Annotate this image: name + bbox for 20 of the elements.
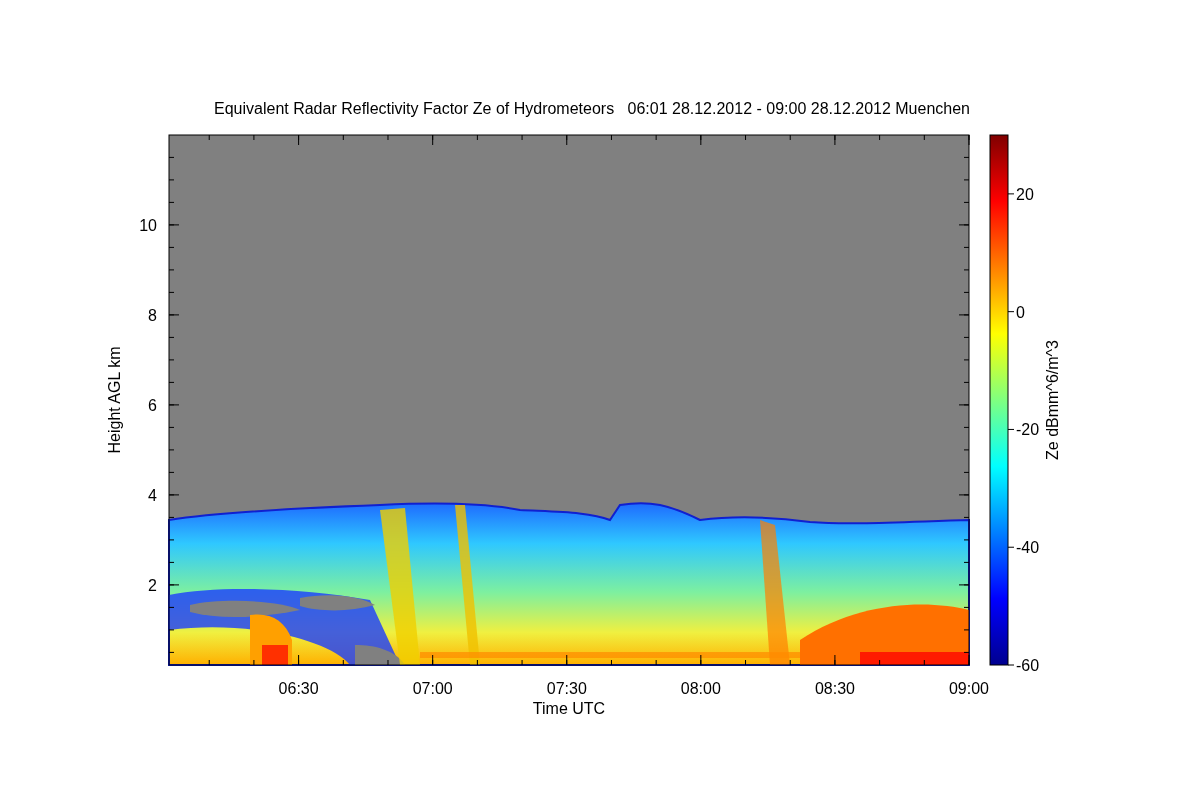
chart-title: Equivalent Radar Reflectivity Factor Ze of Hydrometeors 06:01 28.12.2012 - 09:00 28.12.2012 Muenchen <box>214 100 970 117</box>
colorbar-tick-label: -40 <box>1016 539 1040 557</box>
colorbar-label: Ze dBmm^6/m^3 <box>1044 340 1061 460</box>
y-axis-label: Height AGL km <box>106 346 123 454</box>
x-tick-label: 06:30 <box>278 680 319 697</box>
y-tick-label: 8 <box>148 306 157 324</box>
x-tick-label: 07:30 <box>546 680 587 697</box>
y-tick-label: 6 <box>148 396 157 414</box>
colorbar-tick-label: 20 <box>1016 185 1034 203</box>
colorbar-tick-label: 0 <box>1016 303 1025 321</box>
y-tick-label: 4 <box>148 486 157 504</box>
colorbar-tick-label: -20 <box>1016 421 1040 439</box>
y-tick-label: 2 <box>148 576 157 594</box>
colorbar-tick-label: -60 <box>1016 657 1040 674</box>
x-tick-label: 08:00 <box>680 680 721 697</box>
x-tick-label: 07:00 <box>412 680 453 697</box>
y-tick-label: 10 <box>139 216 157 234</box>
x-tick-label: 08:30 <box>814 680 855 697</box>
x-axis-label: Time UTC <box>532 700 606 717</box>
x-tick-label: 09:00 <box>949 680 989 697</box>
